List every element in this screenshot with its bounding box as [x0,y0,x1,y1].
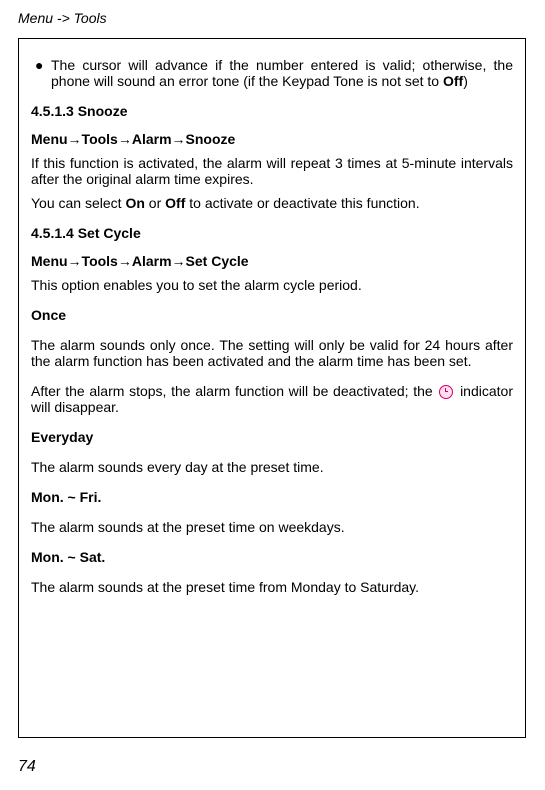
alarm-clock-icon [439,385,453,399]
header-breadcrumb: Menu -> Tools [18,10,527,26]
snooze-para2-off: Off [165,195,185,211]
once-para1: The alarm sounds only once. The setting … [31,337,513,369]
snooze-para2-after: to activate or deactivate this function. [185,195,419,211]
nav-path-setcycle: Menu→Tools→Alarm→Set Cycle [31,253,513,269]
heading-setcycle: 4.5.1.4 Set Cycle [31,225,513,241]
heading-everyday: Everyday [31,429,513,445]
nav-path-snooze: Menu→Tools→Alarm→Snooze [31,131,513,147]
setcycle-para: This option enables you to set the alarm… [31,277,513,293]
snooze-para1: If this function is activated, the alarm… [31,155,513,187]
once-para2-before: After the alarm stops, the alarm functio… [31,383,437,399]
everyday-para: The alarm sounds every day at the preset… [31,459,513,475]
snooze-para2-on: On [125,195,144,211]
snooze-para2-before: You can select [31,195,125,211]
bullet-text: The cursor will advance if the number en… [51,57,513,89]
content-box: ● The cursor will advance if the number … [18,38,526,738]
heading-once: Once [31,307,513,323]
heading-monfri: Mon. ~ Fri. [31,489,513,505]
heading-snooze: 4.5.1.3 Snooze [31,103,513,119]
once-para2: After the alarm stops, the alarm functio… [31,383,513,415]
monsat-para: The alarm sounds at the preset time from… [31,579,513,595]
heading-monsat: Mon. ~ Sat. [31,549,513,565]
bullet-text-after: ) [463,73,468,89]
monfri-para: The alarm sounds at the preset time on w… [31,519,513,535]
snooze-para2-mid: or [145,195,165,211]
bullet-text-bold: Off [443,73,463,89]
bullet-item: ● The cursor will advance if the number … [31,57,513,89]
page-number: 74 [18,758,36,776]
snooze-para2: You can select On or Off to activate or … [31,195,513,211]
bullet-marker: ● [31,57,51,89]
